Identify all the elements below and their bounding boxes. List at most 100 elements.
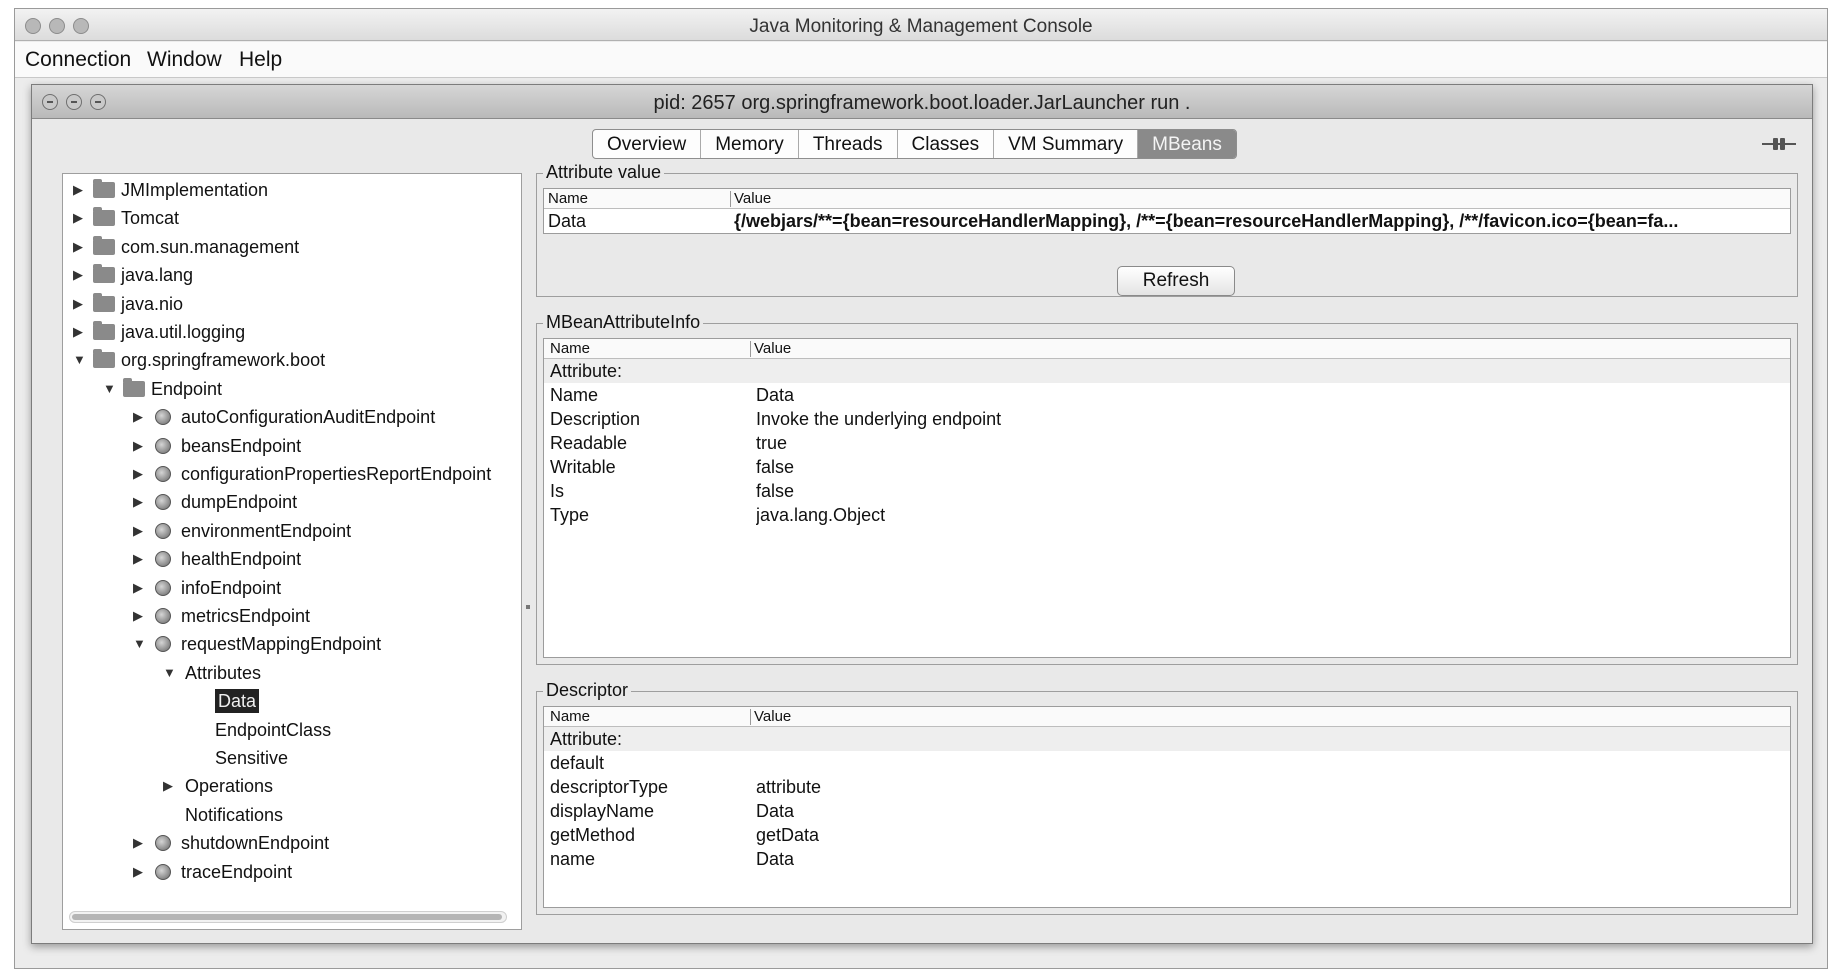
column-header-name[interactable]: Name (548, 190, 588, 207)
tree-node-label[interactable]: org.springframework.boot (121, 348, 325, 372)
tree-node[interactable]: ▼ requestMappingEndpoint (63, 632, 521, 656)
tree-node[interactable]: ▶ Operations (63, 774, 521, 798)
tree-node[interactable]: ▼ Attributes (63, 661, 521, 685)
tree-node-label[interactable]: environmentEndpoint (181, 519, 351, 543)
tree-node[interactable]: ▶ healthEndpoint (63, 547, 521, 571)
menu-help[interactable]: Help (239, 48, 282, 72)
table-row[interactable]: Name Data (544, 383, 1790, 407)
tree-node-label[interactable]: shutdownEndpoint (181, 831, 329, 855)
table-row[interactable]: Data {/webjars/**={bean=resourceHandlerM… (544, 209, 1790, 233)
tree-node-label[interactable]: JMImplementation (121, 178, 268, 202)
tree-node[interactable]: ▶ autoConfigurationAuditEndpoint (63, 405, 521, 429)
tree-node[interactable]: Sensitive (63, 746, 521, 770)
tab-mbeans[interactable]: MBeans (1138, 130, 1236, 158)
collapsed-arrow-icon[interactable]: ▶ (133, 434, 143, 458)
tree-node-label[interactable]: java.util.logging (121, 320, 245, 344)
tab-threads[interactable]: Threads (799, 130, 898, 158)
collapsed-arrow-icon[interactable]: ▶ (133, 405, 143, 429)
tree-node[interactable]: EndpointClass (63, 718, 521, 742)
column-header-name[interactable]: Name (550, 708, 590, 725)
tree-node-label[interactable]: Endpoint (151, 377, 222, 401)
tree-node[interactable]: ▶ Tomcat (63, 206, 521, 230)
tree-node[interactable]: ▶ beansEndpoint (63, 434, 521, 458)
collapsed-arrow-icon[interactable]: ▶ (73, 320, 83, 344)
table-row[interactable]: Writable false (544, 455, 1790, 479)
table-row[interactable]: Attribute: (544, 727, 1790, 751)
table-row[interactable]: descriptorType attribute (544, 775, 1790, 799)
tree-node-label[interactable]: EndpointClass (215, 718, 331, 742)
mbean-attribute-info-table[interactable]: Name Value Attribute: Name Data Description… (543, 338, 1791, 658)
tree-node[interactable]: ▶ infoEndpoint (63, 576, 521, 600)
tree-node-label[interactable]: Operations (185, 774, 273, 798)
tree-node[interactable]: ▼ Endpoint (63, 377, 521, 401)
tree-node[interactable]: ▶ shutdownEndpoint (63, 831, 521, 855)
menu-connection[interactable]: Connection (25, 48, 131, 72)
tree-node[interactable]: ▶ java.lang (63, 263, 521, 287)
tree-node-label[interactable]: Notifications (185, 803, 283, 827)
tree-node-label[interactable]: com.sun.management (121, 235, 299, 259)
tree-node-label[interactable]: requestMappingEndpoint (181, 632, 381, 656)
tree-node-label[interactable]: java.nio (121, 292, 183, 316)
connection-status-icon[interactable] (1762, 135, 1796, 153)
collapsed-arrow-icon[interactable]: ▶ (163, 774, 173, 798)
tree-node-label[interactable]: beansEndpoint (181, 434, 301, 458)
tab-vm-summary[interactable]: VM Summary (994, 130, 1139, 158)
tree-node[interactable]: ▶ traceEndpoint (63, 860, 521, 884)
column-header-value[interactable]: Value (754, 340, 791, 357)
collapsed-arrow-icon[interactable]: ▶ (73, 235, 83, 259)
tree-node[interactable]: ▶ configurationPropertiesReportEndpoint (63, 462, 521, 486)
tree-node[interactable]: ▼ org.springframework.boot (63, 348, 521, 372)
collapsed-arrow-icon[interactable]: ▶ (73, 178, 83, 202)
collapsed-arrow-icon[interactable]: ▶ (133, 860, 143, 884)
expanded-arrow-icon[interactable]: ▼ (133, 632, 146, 656)
expanded-arrow-icon[interactable]: ▼ (163, 661, 176, 685)
scrollbar-thumb[interactable] (72, 914, 502, 920)
collapsed-arrow-icon[interactable]: ▶ (73, 263, 83, 287)
tree-node-label[interactable]: java.lang (121, 263, 193, 287)
expanded-arrow-icon[interactable]: ▼ (73, 348, 86, 372)
table-row[interactable]: displayName Data (544, 799, 1790, 823)
tree-node[interactable]: Notifications (63, 803, 521, 827)
column-separator[interactable] (750, 709, 751, 725)
tree-node[interactable]: ▶ JMImplementation (63, 178, 521, 202)
table-row[interactable]: Description Invoke the underlying endpoin… (544, 407, 1790, 431)
tree-node-label[interactable]: healthEndpoint (181, 547, 301, 571)
tab-classes[interactable]: Classes (898, 130, 995, 158)
menu-window[interactable]: Window (147, 48, 222, 72)
tree-node-label[interactable]: Attributes (185, 661, 261, 685)
table-row[interactable]: default (544, 751, 1790, 775)
tree-node[interactable]: Data (63, 689, 521, 714)
table-row[interactable]: name Data (544, 847, 1790, 871)
tree-node-label[interactable]: Sensitive (215, 746, 288, 770)
tree-node[interactable]: ▶ environmentEndpoint (63, 519, 521, 543)
table-row[interactable]: Type java.lang.Object (544, 503, 1790, 527)
attribute-value-table[interactable]: Name Value Data {/webjars/**={bean=resou… (543, 188, 1791, 234)
table-row[interactable]: Readable true (544, 431, 1790, 455)
tree-node-label[interactable]: infoEndpoint (181, 576, 281, 600)
tree-node-label[interactable]: Data (215, 689, 260, 714)
tab-memory[interactable]: Memory (701, 130, 799, 158)
collapsed-arrow-icon[interactable]: ▶ (133, 576, 143, 600)
tree-node[interactable]: ▶ java.util.logging (63, 320, 521, 344)
collapsed-arrow-icon[interactable]: ▶ (73, 292, 83, 316)
collapsed-arrow-icon[interactable]: ▶ (133, 547, 143, 571)
table-row[interactable]: Is false (544, 479, 1790, 503)
tree-node-label[interactable]: dumpEndpoint (181, 490, 297, 514)
collapsed-arrow-icon[interactable]: ▶ (133, 462, 143, 486)
column-header-value[interactable]: Value (734, 190, 771, 207)
attribute-value-cell[interactable]: {/webjars/**={bean=resourceHandlerMappin… (734, 209, 1786, 233)
tree-node-label[interactable]: metricsEndpoint (181, 604, 310, 628)
collapsed-arrow-icon[interactable]: ▶ (133, 831, 143, 855)
tree-horizontal-scrollbar[interactable] (69, 911, 507, 923)
tab-overview[interactable]: Overview (593, 130, 702, 158)
collapsed-arrow-icon[interactable]: ▶ (133, 519, 143, 543)
column-separator[interactable] (750, 341, 751, 357)
descriptor-table[interactable]: Name Value Attribute: default descriptorTy… (543, 706, 1791, 908)
collapsed-arrow-icon[interactable]: ▶ (73, 206, 83, 230)
column-header-name[interactable]: Name (550, 340, 590, 357)
tree-node-label[interactable]: traceEndpoint (181, 860, 292, 884)
tree-node[interactable]: ▶ dumpEndpoint (63, 490, 521, 514)
tree-node-label[interactable]: autoConfigurationAuditEndpoint (181, 405, 435, 429)
split-pane-divider[interactable] (526, 605, 530, 609)
tree-node-label[interactable]: Tomcat (121, 206, 179, 230)
